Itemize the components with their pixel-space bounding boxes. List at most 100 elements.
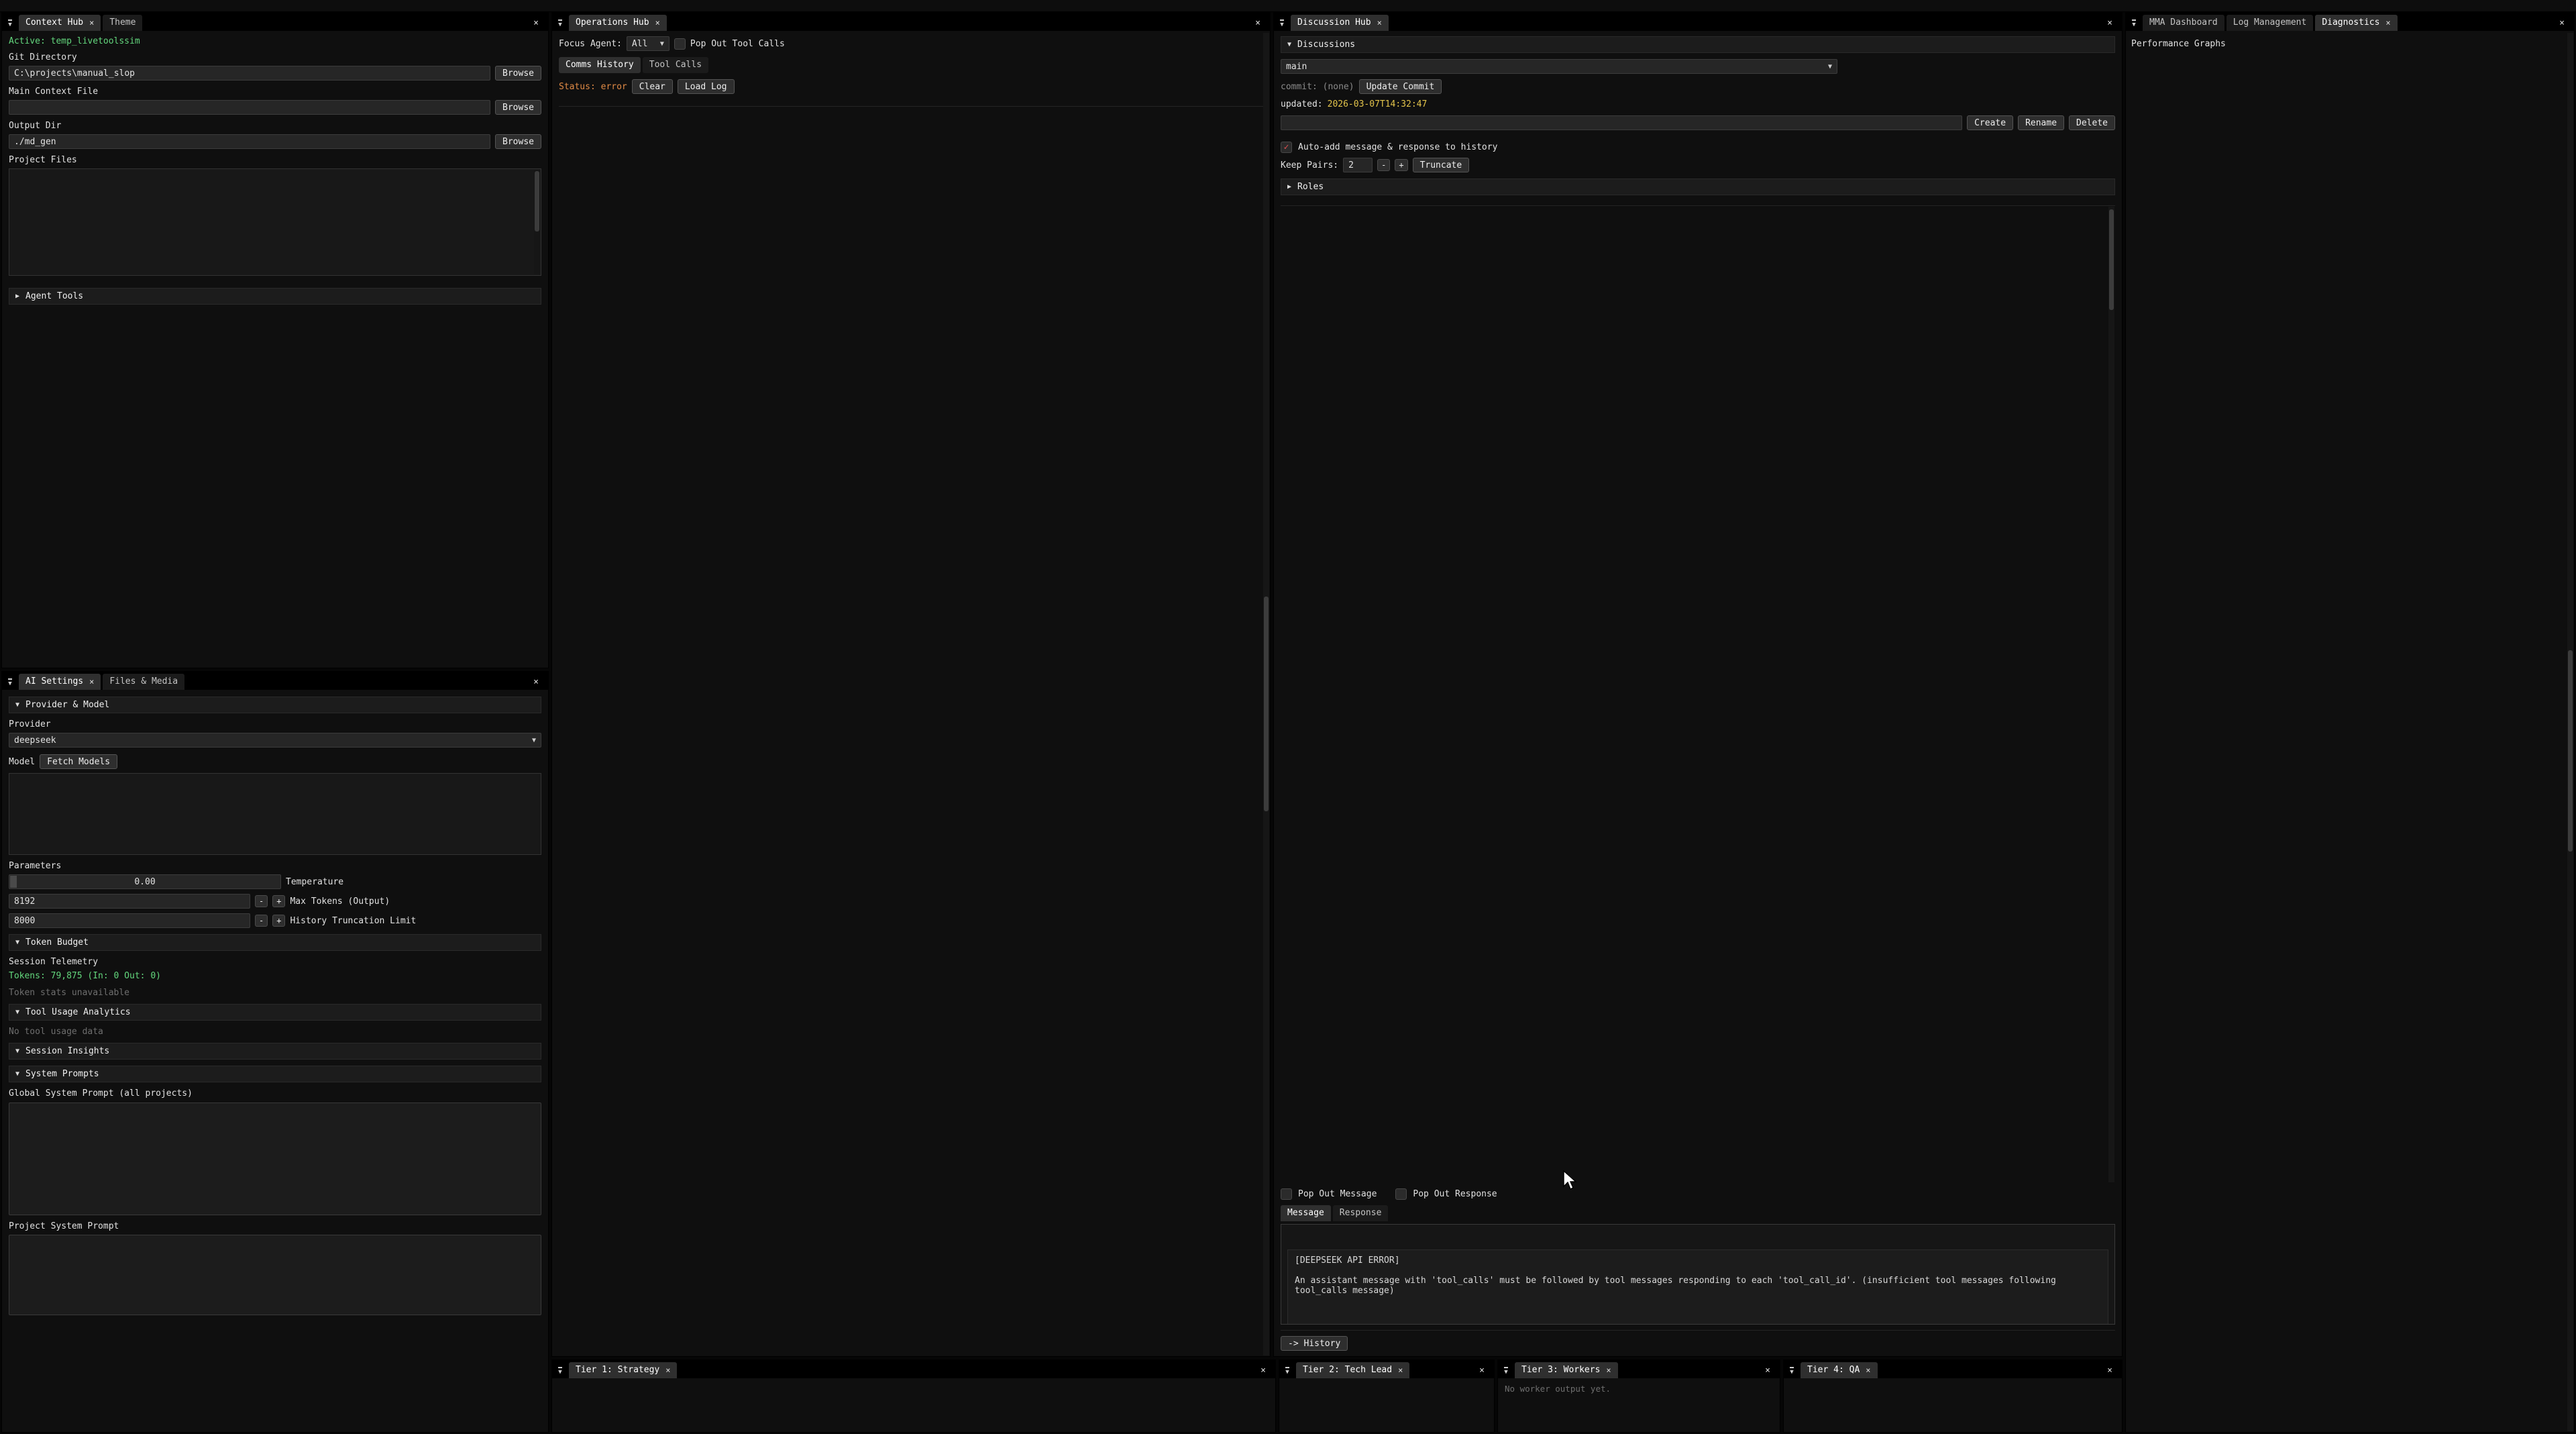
history-truncation-increment[interactable]: + — [272, 915, 285, 927]
tab-ai-settings[interactable]: AI Settings× — [19, 674, 101, 690]
close-icon[interactable]: × — [1398, 1366, 1403, 1375]
close-icon[interactable]: × — [1866, 1366, 1870, 1375]
provider-label: Provider — [9, 719, 541, 729]
discussion-name-input[interactable] — [1281, 115, 1962, 130]
git-directory-input[interactable]: C:\projects\manual_slop — [9, 66, 490, 81]
scrollbar[interactable] — [2567, 33, 2573, 1431]
message-textarea[interactable]: [DEEPSEEK API ERROR] An assistant messag… — [1281, 1224, 2115, 1325]
section-label: Tool Usage Analytics — [25, 1007, 131, 1017]
tab-mma-dashboard[interactable]: MMA Dashboard — [2143, 15, 2224, 31]
rename-button[interactable]: Rename — [2018, 115, 2064, 130]
scrollbar[interactable] — [1263, 33, 1269, 1355]
window-close-icon[interactable]: × — [2553, 15, 2571, 31]
close-icon[interactable]: × — [89, 18, 94, 28]
tab-log-management[interactable]: Log Management — [2226, 15, 2314, 31]
delete-button[interactable]: Delete — [2069, 115, 2115, 130]
discussions-header[interactable]: ▼ Discussions — [1281, 36, 2115, 53]
tab-tier1[interactable]: Tier 1: Strategy× — [569, 1362, 677, 1378]
close-icon[interactable]: × — [89, 677, 94, 686]
dock-collapse-icon[interactable]: ▼ — [1275, 16, 1289, 31]
tab-tier2[interactable]: Tier 2: Tech Lead× — [1296, 1362, 1409, 1378]
browse-git-button[interactable]: Browse — [495, 66, 541, 81]
tab-context-hub[interactable]: Context Hub× — [19, 15, 101, 31]
discussion-entries-list[interactable] — [1281, 205, 2115, 1183]
scrollbar[interactable] — [2108, 207, 2114, 1182]
dock-collapse-icon[interactable]: ▼ — [1281, 1364, 1294, 1378]
popout-message-checkbox[interactable] — [1281, 1188, 1292, 1200]
keep-pairs-increment[interactable]: + — [1395, 159, 1407, 171]
tab-discussion-hub[interactable]: Discussion Hub× — [1291, 15, 1389, 31]
project-prompt-textarea[interactable] — [9, 1235, 541, 1315]
history-truncation-input[interactable]: 8000 — [9, 913, 250, 928]
scrollbar[interactable] — [534, 170, 540, 274]
dock-collapse-icon[interactable]: ▼ — [3, 675, 17, 690]
tab-diagnostics[interactable]: Diagnostics× — [2315, 15, 2397, 31]
update-commit-button[interactable]: Update Commit — [1359, 79, 1442, 94]
browse-context-button[interactable]: Browse — [495, 100, 541, 115]
to-history-button[interactable]: -> History — [1281, 1336, 1348, 1351]
comms-history-log[interactable] — [559, 106, 1263, 1351]
tab-label: Log Management — [2233, 17, 2307, 28]
popout-response-checkbox[interactable] — [1395, 1188, 1407, 1200]
window-close-icon[interactable]: × — [1254, 1363, 1273, 1378]
temperature-slider[interactable]: 0.00 — [9, 874, 281, 889]
tab-operations-hub[interactable]: Operations Hub× — [569, 15, 667, 31]
autoadd-checkbox[interactable]: ✓ — [1281, 142, 1292, 153]
close-icon[interactable]: × — [2385, 18, 2390, 28]
tab-theme[interactable]: Theme — [103, 15, 142, 31]
global-prompt-textarea[interactable] — [9, 1103, 541, 1215]
max-tokens-decrement[interactable]: - — [255, 895, 268, 907]
subtab-message[interactable]: Message — [1281, 1205, 1331, 1221]
dock-collapse-icon[interactable]: ▼ — [3, 16, 17, 31]
focus-agent-select[interactable]: All ▼ — [627, 36, 669, 51]
tab-tier4[interactable]: Tier 4: QA× — [1801, 1362, 1878, 1378]
close-icon[interactable]: × — [665, 1366, 670, 1375]
window-close-icon[interactable]: × — [2100, 1363, 2119, 1378]
subtab-tool-calls[interactable]: Tool Calls — [643, 57, 708, 73]
dock-collapse-icon[interactable]: ▼ — [553, 1364, 567, 1378]
output-dir-input[interactable]: ./md_gen — [9, 134, 490, 149]
session-insights-header[interactable]: ▼ Session Insights — [9, 1043, 541, 1060]
history-truncation-decrement[interactable]: - — [255, 915, 268, 927]
tier1-window: ▼ Tier 1: Strategy× × — [551, 1360, 1276, 1433]
close-icon[interactable]: × — [655, 18, 660, 28]
close-icon[interactable]: × — [1606, 1366, 1611, 1375]
load-log-button[interactable]: Load Log — [678, 79, 735, 94]
dock-collapse-icon[interactable]: ▼ — [553, 16, 567, 31]
dock-collapse-icon[interactable]: ▼ — [2127, 16, 2141, 31]
discussion-select[interactable]: main ▼ — [1281, 59, 1837, 74]
keep-pairs-decrement[interactable]: - — [1377, 159, 1390, 171]
main-context-file-input[interactable] — [9, 100, 490, 115]
window-close-icon[interactable]: × — [527, 674, 545, 690]
popout-toolcalls-checkbox[interactable] — [674, 38, 686, 50]
clear-button[interactable]: Clear — [632, 79, 673, 94]
subtab-comms-history[interactable]: Comms History — [559, 57, 641, 73]
roles-header[interactable]: ▶ Roles — [1281, 178, 2115, 195]
dock-collapse-icon[interactable]: ▼ — [1785, 1364, 1799, 1378]
browse-output-button[interactable]: Browse — [495, 134, 541, 149]
agent-tools-header[interactable]: ▶ Agent Tools — [9, 288, 541, 305]
keep-pairs-input[interactable]: 2 — [1343, 158, 1373, 172]
section-label: Provider & Model — [25, 700, 109, 710]
window-close-icon[interactable]: × — [1248, 15, 1267, 31]
max-tokens-input[interactable]: 8192 — [9, 894, 250, 909]
window-close-icon[interactable]: × — [2100, 15, 2119, 31]
max-tokens-increment[interactable]: + — [272, 895, 285, 907]
menu-bar — [0, 0, 2576, 12]
fetch-models-button[interactable]: Fetch Models — [40, 754, 117, 769]
system-prompts-header[interactable]: ▼ System Prompts — [9, 1066, 541, 1082]
window-close-icon[interactable]: × — [1758, 1363, 1777, 1378]
window-close-icon[interactable]: × — [1472, 1363, 1491, 1378]
tab-files-media[interactable]: Files & Media — [103, 674, 184, 690]
subtab-response[interactable]: Response — [1333, 1205, 1389, 1221]
provider-select[interactable]: deepseek ▼ — [9, 733, 541, 748]
token-budget-header[interactable]: ▼ Token Budget — [9, 934, 541, 951]
truncate-button[interactable]: Truncate — [1413, 158, 1470, 172]
window-close-icon[interactable]: × — [527, 15, 545, 31]
dock-collapse-icon[interactable]: ▼ — [1499, 1364, 1513, 1378]
create-button[interactable]: Create — [1967, 115, 2013, 130]
close-icon[interactable]: × — [1377, 18, 1382, 28]
tab-tier3[interactable]: Tier 3: Workers× — [1515, 1362, 1618, 1378]
provider-model-header[interactable]: ▼ Provider & Model — [9, 697, 541, 713]
tool-usage-header[interactable]: ▼ Tool Usage Analytics — [9, 1004, 541, 1021]
